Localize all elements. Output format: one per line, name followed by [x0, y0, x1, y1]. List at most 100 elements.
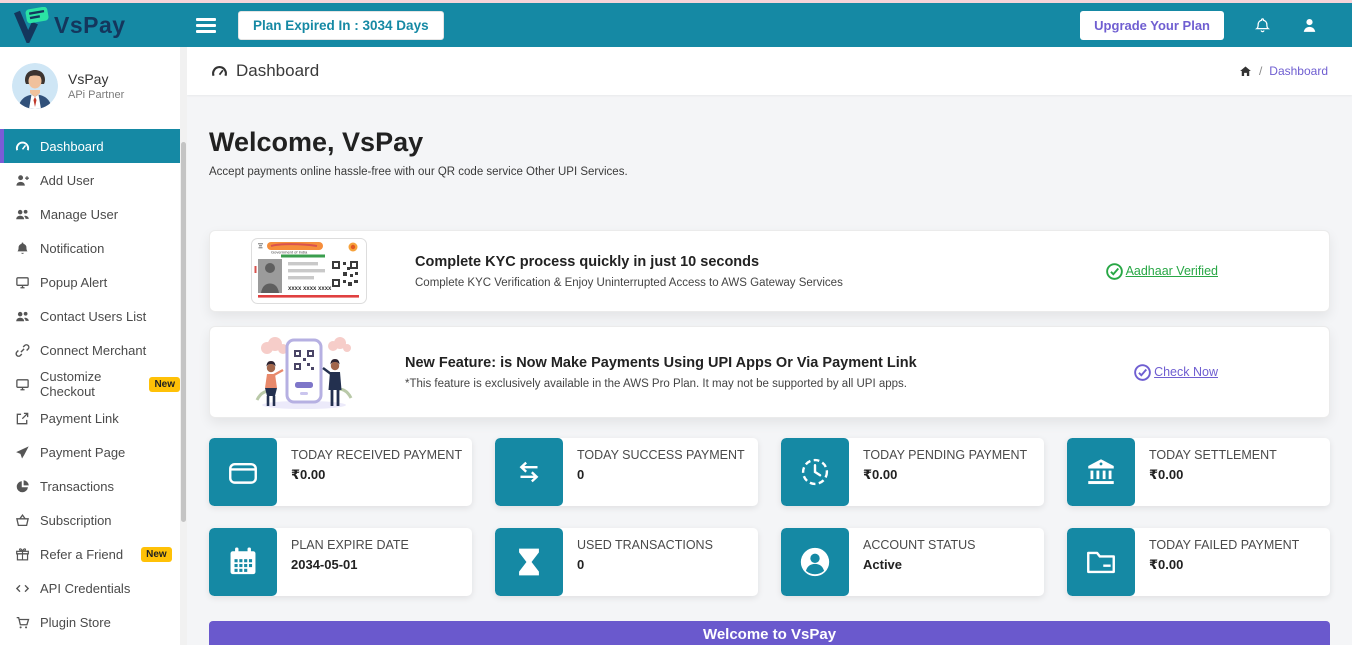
sidebar-item-label: API Credentials — [40, 581, 130, 596]
avatar[interactable] — [12, 63, 58, 109]
page-header: Dashboard / Dashboard — [187, 47, 1352, 95]
sidebar-item-label: Plugin Store — [40, 615, 111, 630]
stat-value: 0 — [577, 467, 745, 482]
external-link-icon — [15, 411, 30, 426]
hamburger-menu-icon[interactable] — [196, 18, 216, 33]
sidebar-item-refer-a-friend[interactable]: Refer a Friend New — [0, 537, 180, 571]
sidebar-item-label: Transactions — [40, 479, 114, 494]
welcome-banner: Welcome to VsPay — [209, 621, 1330, 645]
sidebar-menu: Dashboard Add User Manage User Notificat… — [0, 129, 180, 639]
welcome-title: Welcome, VsPay — [209, 127, 1330, 158]
stat-label: TODAY PENDING PAYMENT — [863, 447, 1027, 464]
stat-label: USED TRANSACTIONS — [577, 537, 713, 554]
window-edge — [0, 0, 1352, 3]
stat-card-today-settlement[interactable]: TODAY SETTLEMENT ₹0.00 — [1067, 438, 1330, 506]
notifications-bell-icon[interactable] — [1254, 17, 1271, 34]
sidebar-item-contact-users-list[interactable]: Contact Users List — [0, 299, 180, 333]
check-circle-icon — [1133, 363, 1152, 382]
scrollbar-thumb[interactable] — [181, 142, 186, 522]
sidebar-scrollbar[interactable] — [180, 47, 187, 645]
sidebar-item-label: Subscription — [40, 513, 112, 528]
profile-card: VsPay APi Partner — [0, 47, 180, 129]
stat-value: ₹0.00 — [291, 467, 462, 483]
check-now-label: Check Now — [1154, 365, 1218, 379]
breadcrumb-current[interactable]: Dashboard — [1269, 64, 1328, 78]
stat-card-today-received-payment[interactable]: TODAY RECEIVED PAYMENT ₹0.00 — [209, 438, 472, 506]
profile-role: APi Partner — [68, 89, 124, 101]
sidebar-item-label: Refer a Friend — [40, 547, 123, 562]
stat-value: ₹0.00 — [863, 467, 1027, 483]
hourglass-icon — [495, 528, 563, 596]
bank-icon — [1067, 438, 1135, 506]
account-user-icon[interactable] — [1301, 17, 1318, 34]
basket-icon — [15, 513, 30, 528]
new-badge: New — [149, 377, 180, 392]
sidebar-item-popup-alert[interactable]: Popup Alert — [0, 265, 180, 299]
dashboard-gauge-icon — [211, 63, 228, 80]
kyc-banner-text: Complete KYC process quickly in just 10 … — [415, 254, 843, 289]
new-feature-banner-text: New Feature: is Now Make Payments Using … — [405, 355, 917, 390]
sidebar-item-label: Customize Checkout — [40, 369, 131, 399]
kyc-banner-subtitle: Complete KYC Verification & Enjoy Uninte… — [415, 277, 843, 289]
stat-card-today-pending-payment[interactable]: TODAY PENDING PAYMENT ₹0.00 — [781, 438, 1044, 506]
upgrade-plan-button[interactable]: Upgrade Your Plan — [1080, 11, 1224, 40]
bell-icon — [15, 241, 30, 256]
stat-card-used-transactions[interactable]: USED TRANSACTIONS 0 — [495, 528, 758, 596]
home-icon[interactable] — [1239, 65, 1252, 78]
page-title: Dashboard — [211, 61, 319, 81]
aadhaar-number: xxxx xxxx xxxx — [288, 286, 332, 292]
sidebar-item-plugin-store[interactable]: Plugin Store — [0, 605, 180, 639]
stat-value: ₹0.00 — [1149, 557, 1299, 573]
stat-value: Active — [863, 557, 976, 572]
breadcrumb-separator: / — [1259, 64, 1262, 78]
stat-label: TODAY FAILED PAYMENT — [1149, 537, 1299, 554]
sidebar-item-connect-merchant[interactable]: Connect Merchant — [0, 333, 180, 367]
sidebar-item-payment-link[interactable]: Payment Link — [0, 401, 180, 435]
sidebar-item-label: Connect Merchant — [40, 343, 146, 358]
navbar-right: Upgrade Your Plan — [1040, 11, 1352, 40]
sidebar-item-manage-user[interactable]: Manage User — [0, 197, 180, 231]
check-circle-icon — [1105, 262, 1124, 281]
stat-label: ACCOUNT STATUS — [863, 537, 976, 554]
aadhaar-card-image: Government of India xxxx xxxx xxxx — [251, 238, 367, 304]
stat-label: PLAN EXPIRE DATE — [291, 537, 409, 554]
sidebar-item-subscription[interactable]: Subscription — [0, 503, 180, 537]
main-area: Dashboard / Dashboard Welcome, VsPay Acc… — [187, 0, 1352, 645]
sidebar-item-customize-checkout[interactable]: Customize Checkout New — [0, 367, 180, 401]
top-navbar: VsPay Plan Expired In : 3034 Days Upgrad… — [0, 3, 1352, 47]
sidebar-item-dashboard[interactable]: Dashboard — [0, 129, 180, 163]
link-icon — [15, 343, 30, 358]
stat-card-plan-expire-date[interactable]: PLAN EXPIRE DATE 2034-05-01 — [209, 528, 472, 596]
stat-card-account-status[interactable]: ACCOUNT STATUS Active — [781, 528, 1044, 596]
brand-name: VsPay — [54, 12, 126, 39]
folder-minus-icon — [1067, 528, 1135, 596]
sidebar: VsPay APi Partner Dashboard Add User Man… — [0, 47, 180, 645]
new-feature-banner-subtitle: *This feature is exclusively available i… — [405, 378, 917, 390]
stat-card-today-success-payment[interactable]: TODAY SUCCESS PAYMENT 0 — [495, 438, 758, 506]
check-now-link[interactable]: Check Now — [1133, 363, 1218, 382]
gift-icon — [15, 547, 30, 562]
breadcrumb: / Dashboard — [1239, 64, 1328, 78]
aadhaar-verified-link[interactable]: Aadhaar Verified — [1105, 262, 1218, 281]
sidebar-item-label: Contact Users List — [40, 309, 146, 324]
sidebar-item-add-user[interactable]: Add User — [0, 163, 180, 197]
vspay-logo-icon — [12, 7, 50, 43]
profile-info: VsPay APi Partner — [68, 71, 124, 101]
new-badge: New — [141, 547, 172, 562]
sidebar-item-payment-page[interactable]: Payment Page — [0, 435, 180, 469]
sidebar-item-transactions[interactable]: Transactions — [0, 469, 180, 503]
gauge-icon — [15, 139, 30, 154]
govt-label: Government of India — [271, 250, 308, 255]
sidebar-item-api-credentials[interactable]: API Credentials — [0, 571, 180, 605]
code-icon — [15, 581, 30, 596]
pie-chart-icon — [15, 479, 30, 494]
stat-card-today-failed-payment[interactable]: TODAY FAILED PAYMENT ₹0.00 — [1067, 528, 1330, 596]
new-feature-banner: New Feature: is Now Make Payments Using … — [209, 326, 1330, 418]
stat-label: TODAY RECEIVED PAYMENT — [291, 447, 462, 464]
exchange-icon — [495, 438, 563, 506]
sidebar-item-label: Manage User — [40, 207, 118, 222]
monitor-icon — [15, 275, 30, 290]
sidebar-item-notification[interactable]: Notification — [0, 231, 180, 265]
stat-label: TODAY SETTLEMENT — [1149, 447, 1277, 464]
brand[interactable]: VsPay — [0, 7, 180, 43]
